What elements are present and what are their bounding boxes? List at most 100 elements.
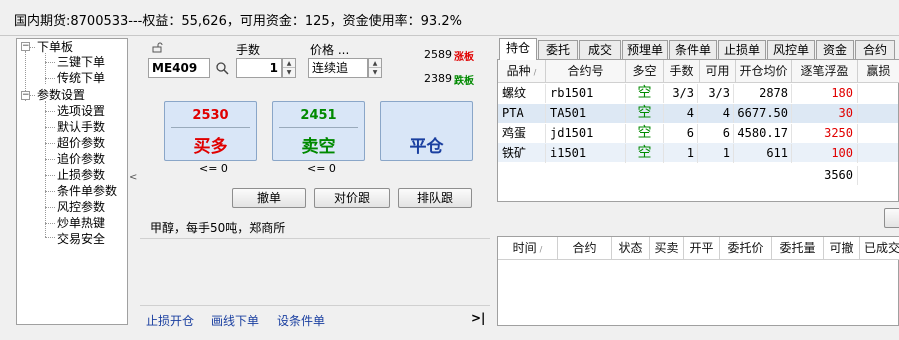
tree-item-three-key-order[interactable]: 三键下单 — [57, 55, 105, 70]
limit-up-price: 2589 — [424, 48, 452, 61]
lock-icon[interactable] — [152, 42, 164, 53]
tree-item-traditional-order[interactable]: 传统下单 — [57, 71, 105, 86]
column-header-profit-loss[interactable]: 赢损 — [858, 60, 899, 83]
tree-item-hotkeys[interactable]: 炒单热键 — [57, 216, 105, 231]
table-cell-float-pnl[interactable]: 30 — [792, 104, 858, 123]
column-header-cancelable[interactable]: 可撤 — [824, 237, 860, 260]
line-order-link[interactable]: 画线下单 — [211, 312, 259, 329]
sell-short-button[interactable]: 2451 卖空 — [272, 101, 365, 161]
limit-down-label: 跌板 — [454, 76, 474, 87]
tab-trades[interactable]: 成交 — [579, 40, 621, 59]
table-cell-direction[interactable]: 空 — [626, 144, 664, 163]
tree-item-chase-price[interactable]: 追价参数 — [57, 152, 105, 167]
column-header-contract[interactable]: 合约 — [558, 237, 612, 260]
orders-table: 时间 / 合约 状态 买卖 开平 委托价 委托量 可撤 已成交 — [497, 236, 899, 326]
table-cell-product[interactable]: PTA — [502, 104, 546, 123]
table-cell-float-pnl[interactable]: 180 — [792, 84, 858, 103]
table-cell-contract[interactable]: i1501 — [550, 144, 626, 163]
price-label[interactable]: 价格 ... — [310, 41, 349, 58]
tab-preset-orders[interactable]: 预埋单 — [622, 40, 668, 59]
sell-limit-text: <= 0 — [307, 162, 336, 175]
lots-spinner[interactable]: ▲ ▼ — [282, 58, 296, 78]
follow-queue-button[interactable]: 排队跟 — [398, 188, 472, 208]
search-icon[interactable] — [216, 62, 229, 75]
column-header-product[interactable]: 品种 / — [498, 60, 546, 83]
tab-orders[interactable]: 委托 — [538, 40, 578, 59]
tab-conditional-orders[interactable]: 条件单 — [669, 40, 717, 59]
table-cell-float-pnl[interactable]: 100 — [792, 144, 858, 163]
expand-icon[interactable]: >| — [471, 311, 485, 325]
tree-item-risk-control[interactable]: 风控参数 — [57, 200, 105, 215]
tree-item-conditional-order[interactable]: 条件单参数 — [57, 184, 117, 199]
table-cell-open-price[interactable]: 4580.17 — [736, 124, 792, 143]
column-header-open-price[interactable]: 开仓均价 — [736, 60, 792, 83]
limit-down-price: 2389 — [424, 72, 452, 85]
column-header-status[interactable]: 状态 — [612, 237, 650, 260]
table-cell-contract[interactable]: TA501 — [550, 104, 626, 123]
table-cell-contract[interactable]: jd1501 — [550, 124, 626, 143]
column-header-contract[interactable]: 合约号 — [546, 60, 626, 83]
collapse-icon[interactable]: − — [21, 91, 30, 100]
stop-loss-open-link[interactable]: 止损开仓 — [146, 312, 194, 329]
table-cell-open-price[interactable]: 6677.50 — [736, 104, 792, 123]
table-cell-direction[interactable]: 空 — [626, 104, 664, 123]
table-cell-product[interactable]: 铁矿 — [502, 144, 546, 163]
collapse-panel-icon[interactable]: < — [129, 172, 137, 183]
tree-item-overprice[interactable]: 超价参数 — [57, 136, 105, 151]
tree-item-default-lots[interactable]: 默认手数 — [57, 120, 105, 135]
column-header-order-price[interactable]: 委托价 — [720, 237, 772, 260]
table-cell-open-price[interactable]: 2878 — [736, 84, 792, 103]
column-header-time[interactable]: 时间 / — [498, 237, 558, 260]
table-cell-lots[interactable]: 6 — [664, 124, 698, 143]
tab-contracts[interactable]: 合约 — [855, 40, 895, 59]
column-header-filled[interactable]: 已成交 — [860, 237, 899, 260]
lots-input[interactable]: 1 — [236, 58, 282, 78]
sell-price: 2451 — [300, 108, 337, 123]
column-header-buy-sell[interactable]: 买卖 — [650, 237, 684, 260]
follow-counter-price-button[interactable]: 对价跟 — [314, 188, 390, 208]
column-header-direction[interactable]: 多空 — [626, 60, 664, 83]
title-bar: 国内期货:8700533---权益：55,626，可用资金：125，资金使用率：… — [0, 0, 899, 36]
set-conditional-order-link[interactable]: 设条件单 — [277, 312, 325, 329]
side-panel-button[interactable] — [884, 208, 899, 228]
buy-price: 2530 — [192, 108, 229, 123]
table-cell-lots[interactable]: 1 — [664, 144, 698, 163]
account-summary: 国内期货:8700533---权益：55,626，可用资金：125，资金使用率：… — [14, 14, 462, 29]
buy-long-label: 买多 — [193, 137, 228, 157]
tab-funds[interactable]: 资金 — [816, 40, 854, 59]
table-cell-open-price[interactable]: 611 — [736, 144, 792, 163]
tree-root-order-board[interactable]: 下单板 — [37, 40, 73, 55]
table-cell-direction[interactable]: 空 — [626, 124, 664, 143]
table-cell-product[interactable]: 鸡蛋 — [502, 124, 546, 143]
tree-item-trade-security[interactable]: 交易安全 — [57, 232, 105, 247]
table-cell-available[interactable]: 4 — [700, 104, 734, 123]
table-cell-available[interactable]: 1 — [700, 144, 734, 163]
message-area — [140, 238, 490, 306]
column-header-float-pnl[interactable]: 逐笔浮盈 — [792, 60, 858, 83]
price-input[interactable]: 连续追 — [308, 58, 368, 78]
table-cell-lots[interactable]: 4 — [664, 104, 698, 123]
column-header-order-qty[interactable]: 委托量 — [772, 237, 824, 260]
tab-positions[interactable]: 持仓 — [499, 38, 537, 60]
close-position-button[interactable]: 平仓 — [380, 101, 473, 161]
table-cell-product[interactable]: 螺纹 — [502, 84, 546, 103]
cancel-order-button[interactable]: 撤单 — [232, 188, 306, 208]
contract-input[interactable]: ME409 — [148, 58, 210, 78]
buy-long-button[interactable]: 2530 买多 — [164, 101, 257, 161]
column-header-lots[interactable]: 手数 — [664, 60, 700, 83]
tree-item-stop-loss[interactable]: 止损参数 — [57, 168, 105, 183]
collapse-icon[interactable]: − — [21, 42, 30, 51]
tree-item-options[interactable]: 选项设置 — [57, 104, 105, 119]
table-cell-contract[interactable]: rb1501 — [550, 84, 626, 103]
table-cell-available[interactable]: 6 — [700, 124, 734, 143]
column-header-available[interactable]: 可用 — [700, 60, 736, 83]
table-cell-direction[interactable]: 空 — [626, 84, 664, 103]
tab-risk-orders[interactable]: 风控单 — [767, 40, 815, 59]
table-cell-available[interactable]: 3/3 — [700, 84, 734, 103]
close-position-label: 平仓 — [409, 137, 444, 157]
table-cell-lots[interactable]: 3/3 — [664, 84, 698, 103]
column-header-open-close[interactable]: 开平 — [684, 237, 720, 260]
table-cell-float-pnl[interactable]: 3250 — [792, 124, 858, 143]
price-spinner[interactable]: ▲ ▼ — [368, 58, 382, 78]
tab-stop-loss-orders[interactable]: 止损单 — [718, 40, 766, 59]
